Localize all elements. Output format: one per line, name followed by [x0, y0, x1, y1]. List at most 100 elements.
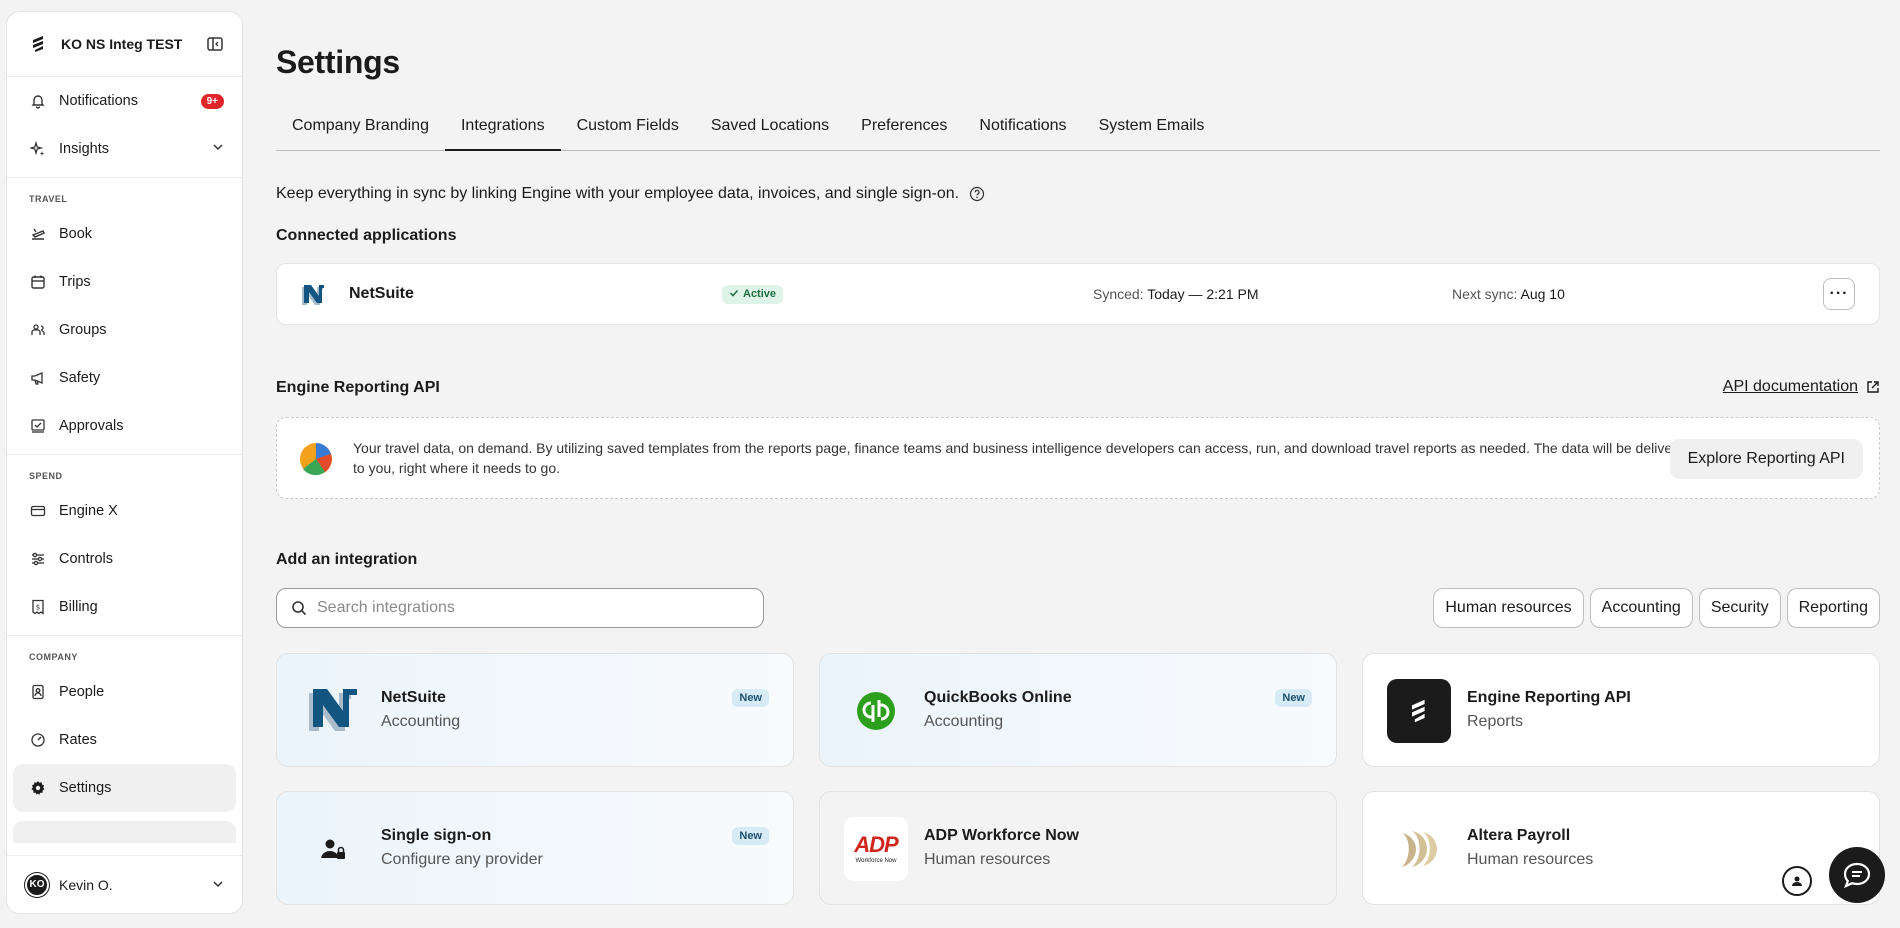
group-icon	[29, 321, 47, 339]
sidebar-item-label: People	[59, 684, 105, 700]
adp-logo-subtext: Workforce Now	[855, 858, 897, 864]
bell-icon	[29, 92, 47, 110]
sidebar-item-trips[interactable]: Trips	[7, 258, 242, 306]
section-label-spend: SPEND	[29, 471, 63, 481]
card-title: QuickBooks Online	[924, 689, 1072, 706]
credit-card-icon	[29, 502, 47, 520]
api-doc-text: API documentation	[1722, 378, 1858, 395]
status-text: Active	[743, 288, 777, 300]
category-filters: Human resources Accounting Security Repo…	[1433, 588, 1880, 628]
sidebar-item-label: Engine X	[59, 503, 118, 519]
connected-app-name: NetSuite	[349, 285, 414, 302]
tab-preferences[interactable]: Preferences	[845, 108, 963, 151]
id-badge-icon	[29, 683, 47, 701]
sidebar-scroll-fade	[13, 821, 236, 843]
sidebar-item-safety[interactable]: Safety	[7, 354, 242, 402]
help-icon[interactable]	[969, 186, 985, 202]
sidebar: KO NS Integ TEST Notifications 9+ Insigh…	[6, 11, 243, 914]
sidebar-item-settings[interactable]: Settings	[13, 764, 236, 812]
sidebar-item-approvals[interactable]: Approvals	[7, 402, 242, 450]
tab-saved-locations[interactable]: Saved Locations	[695, 108, 845, 151]
next-sync-info: Next sync: Aug 10	[1452, 286, 1565, 302]
reporting-api-description: Your travel data, on demand. By utilizin…	[353, 440, 1693, 476]
tab-system-emails[interactable]: System Emails	[1083, 108, 1221, 151]
check-icon	[729, 288, 739, 301]
sidebar-item-book[interactable]: Book	[7, 210, 242, 258]
new-badge: New	[732, 689, 769, 707]
integrations-intro: Keep everything in sync by linking Engin…	[276, 185, 985, 203]
card-title: Altera Payroll	[1467, 827, 1571, 844]
sidebar-item-label: Groups	[59, 322, 107, 338]
card-title: Engine Reporting API	[1467, 689, 1631, 706]
filter-human-resources[interactable]: Human resources	[1433, 588, 1584, 628]
sidebar-item-billing[interactable]: $ Billing	[7, 583, 242, 631]
sidebar-item-insights[interactable]: Insights	[7, 125, 242, 173]
reporting-api-heading: Engine Reporting API	[276, 379, 440, 396]
new-badge: New	[1275, 689, 1312, 707]
tab-notifications[interactable]: Notifications	[963, 108, 1082, 151]
api-documentation-link[interactable]: API documentation	[1723, 378, 1880, 396]
chevron-down-icon	[212, 877, 224, 893]
sidebar-item-label: Controls	[59, 551, 113, 567]
filter-reporting[interactable]: Reporting	[1786, 588, 1880, 628]
synced-label: Synced:	[1093, 286, 1144, 302]
invoice-icon: $	[29, 598, 47, 616]
connected-apps-heading: Connected applications	[276, 227, 457, 244]
integration-card-quickbooks[interactable]: QuickBooks Online Accounting New	[819, 653, 1337, 767]
sidebar-item-engine-x[interactable]: Engine X	[7, 487, 242, 535]
page-title: Settings	[276, 44, 400, 80]
filter-security[interactable]: Security	[1698, 588, 1781, 628]
settings-tabs: Company Branding Integrations Custom Fie…	[276, 108, 1880, 151]
card-title: Single sign-on	[381, 827, 492, 844]
engine-logo	[1387, 679, 1451, 743]
app-root: KO NS Integ TEST Notifications 9+ Insigh…	[0, 0, 1900, 928]
integration-card-single-sign-on[interactable]: Single sign-on Configure any provider Ne…	[276, 791, 794, 905]
card-subtitle: Human resources	[924, 851, 1051, 868]
tab-integrations[interactable]: Integrations	[444, 108, 561, 151]
card-subtitle: Accounting	[924, 713, 1004, 730]
chat-support-button[interactable]	[1829, 847, 1885, 903]
sidebar-item-people[interactable]: People	[7, 668, 242, 716]
integration-card-adp-workforce-now[interactable]: ADP Workforce Now ADP Workforce Now Huma…	[819, 791, 1337, 905]
engine-logo-icon[interactable]	[29, 34, 49, 54]
main-content: Settings Company Branding Integrations C…	[276, 0, 1880, 928]
sidebar-item-label: Book	[59, 226, 93, 242]
next-sync-value: Aug 10	[1520, 286, 1565, 302]
integration-card-engine-reporting-api[interactable]: Engine Reporting API Reports	[1362, 653, 1880, 767]
explore-reporting-api-button[interactable]: Explore Reporting API	[1669, 439, 1863, 479]
search-input[interactable]	[317, 599, 737, 617]
card-title: ADP Workforce Now	[924, 827, 1079, 844]
user-lock-icon	[301, 817, 365, 881]
sidebar-item-controls[interactable]: Controls	[7, 535, 242, 583]
tab-custom-fields[interactable]: Custom Fields	[561, 108, 695, 151]
status-badge: Active	[722, 284, 784, 304]
gear-icon	[29, 779, 47, 797]
notifications-badge: 9+	[200, 93, 224, 109]
reporting-api-card: Your travel data, on demand. By utilizin…	[276, 417, 1880, 499]
chevron-down-icon	[212, 141, 224, 157]
org-name[interactable]: KO NS Integ TEST	[61, 36, 206, 52]
user-menu[interactable]: KO Kevin O.	[7, 855, 242, 913]
tab-company-branding[interactable]: Company Branding	[276, 108, 445, 151]
card-subtitle: Reports	[1467, 713, 1524, 730]
sidebar-item-label: Safety	[59, 370, 101, 386]
adp-logo-text: ADP	[854, 832, 898, 857]
connected-app-row: NetSuite Active Synced: Today — 2:21 PM …	[276, 263, 1880, 325]
add-integration-heading: Add an integration	[276, 551, 418, 568]
next-sync-label: Next sync:	[1452, 286, 1518, 302]
sidebar-item-rates[interactable]: Rates	[7, 716, 242, 764]
section-label-company: COMPANY	[29, 652, 78, 662]
filter-accounting[interactable]: Accounting	[1589, 588, 1693, 628]
card-subtitle: Accounting	[381, 713, 461, 730]
profile-widget-icon[interactable]	[1782, 866, 1812, 896]
more-options-button[interactable]: ···	[1823, 278, 1855, 310]
intro-text: Keep everything in sync by linking Engin…	[276, 185, 960, 202]
integration-card-netsuite[interactable]: NetSuite Accounting New	[276, 653, 794, 767]
sidebar-item-groups[interactable]: Groups	[7, 306, 242, 354]
netsuite-logo-icon	[301, 284, 325, 308]
new-badge: New	[732, 827, 769, 845]
sidebar-item-notifications[interactable]: Notifications 9+	[7, 77, 242, 125]
pie-chart-icon	[300, 443, 332, 476]
collapse-sidebar-icon[interactable]	[206, 35, 224, 53]
megaphone-icon	[29, 369, 47, 387]
